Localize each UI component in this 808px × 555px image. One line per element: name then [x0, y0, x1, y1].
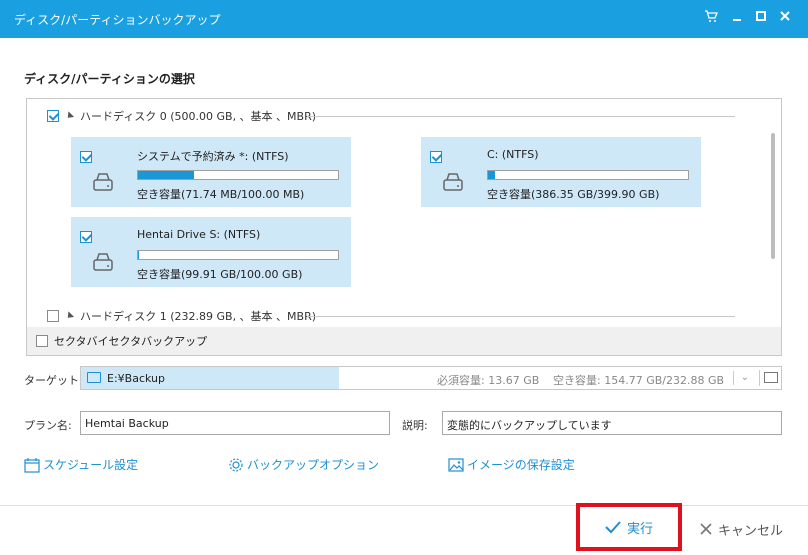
cart-icon[interactable]	[702, 9, 720, 27]
disk-1-header[interactable]: ハードディスク 1 (232.89 GB, 、基本 、MBR)	[47, 307, 316, 325]
check-icon	[605, 521, 621, 534]
description-label: 説明:	[402, 419, 428, 432]
partition-system-reserved[interactable]: システムで予約済み *: (NTFS) 空き容量(71.74 MB/100.00…	[71, 137, 351, 207]
partition-hentai-drive[interactable]: Hentai Drive S: (NTFS) 空き容量(99.91 GB/100…	[71, 217, 351, 287]
disk-1-label: ハードディスク 1 (232.89 GB, 、基本 、MBR)	[80, 310, 317, 323]
image-save-settings-link[interactable]: イメージの保存設定	[448, 456, 575, 473]
partition-name: Hentai Drive S: (NTFS)	[137, 228, 261, 241]
description-input[interactable]: 変態的にバックアップしています	[442, 411, 782, 435]
scrollbar-thumb[interactable]	[771, 133, 775, 259]
window-title: ディスク/パーティションバックアップ	[14, 13, 221, 27]
plan-label: プラン名:	[24, 419, 72, 432]
disk-0-header[interactable]: ハードディスク 0 (500.00 GB, 、基本 、MBR)	[47, 107, 316, 125]
free-capacity: 空き容量: 154.77 GB/232.88 GB	[553, 374, 725, 387]
target-select[interactable]: E:¥Backup 必須容量: 13.67 GB 空き容量: 154.77 GB…	[80, 366, 782, 390]
folder-icon	[87, 372, 101, 383]
usage-bar	[137, 250, 339, 260]
drive-icon	[93, 253, 113, 271]
target-label: ターゲット:	[24, 374, 83, 387]
required-capacity: 必須容量: 13.67 GB	[437, 374, 540, 387]
usage-fill	[488, 171, 495, 179]
sector-by-sector-row[interactable]: セクタバイセクタバックアップ	[27, 327, 781, 355]
partition-checkbox[interactable]	[80, 231, 92, 243]
gear-icon	[229, 457, 243, 472]
run-label: 実行	[626, 521, 653, 537]
partition-checkbox[interactable]	[80, 151, 92, 163]
partition-checkbox[interactable]	[430, 151, 442, 163]
image-icon	[448, 457, 464, 472]
title-bar: ディスク/パーティションバックアップ	[0, 0, 808, 38]
run-button[interactable]: 実行	[576, 503, 682, 551]
section-title: ディスク/パーティションの選択	[24, 72, 195, 86]
disk-0-label: ハードディスク 0 (500.00 GB, 、基本 、MBR)	[80, 110, 317, 123]
browse-folder-button[interactable]	[759, 370, 780, 386]
image-settings-label: イメージの保存設定	[467, 458, 575, 472]
disk-selection-panel: ハードディスク 0 (500.00 GB, 、基本 、MBR) システムで予約済…	[26, 98, 782, 356]
usage-bar	[487, 170, 689, 180]
disk-0-checkbox[interactable]	[47, 110, 59, 122]
disk-1-checkbox[interactable]	[47, 310, 59, 322]
minimize-icon[interactable]	[728, 9, 746, 27]
cancel-label: キャンセル	[718, 523, 784, 539]
partition-c[interactable]: C: (NTFS) 空き容量(386.35 GB/399.90 GB)	[421, 137, 701, 207]
target-path: E:¥Backup	[107, 372, 165, 385]
schedule-settings-link[interactable]: スケジュール設定	[24, 456, 138, 473]
partition-capacity: 空き容量(386.35 GB/399.90 GB)	[487, 188, 660, 201]
options-label: バックアップオプション	[247, 458, 380, 472]
schedule-label: スケジュール設定	[43, 458, 139, 472]
chevron-down-icon[interactable]: ⌄	[733, 371, 756, 385]
divider	[307, 116, 735, 117]
divider	[0, 505, 808, 506]
sector-checkbox[interactable]	[36, 335, 48, 347]
collapse-icon[interactable]	[64, 111, 75, 121]
backup-options-link[interactable]: バックアップオプション	[228, 456, 379, 473]
collapse-icon[interactable]	[64, 311, 75, 321]
partition-name: システムで予約済み *: (NTFS)	[137, 150, 289, 163]
calendar-icon	[24, 457, 40, 473]
usage-fill	[138, 171, 194, 179]
plan-name-input[interactable]: Hemtai Backup	[80, 411, 390, 435]
drive-icon	[443, 173, 463, 191]
sector-label: セクタバイセクタバックアップ	[54, 335, 208, 348]
close-icon[interactable]	[776, 9, 794, 27]
partition-capacity: 空き容量(99.91 GB/100.00 GB)	[137, 268, 303, 281]
divider	[307, 316, 735, 317]
close-icon	[700, 523, 712, 535]
partition-capacity: 空き容量(71.74 MB/100.00 MB)	[137, 188, 305, 201]
maximize-icon[interactable]	[752, 9, 770, 27]
drive-icon	[93, 173, 113, 191]
cancel-button[interactable]: キャンセル	[700, 517, 790, 541]
usage-bar	[137, 170, 339, 180]
folder-icon	[764, 372, 778, 383]
partition-name: C: (NTFS)	[487, 148, 539, 161]
